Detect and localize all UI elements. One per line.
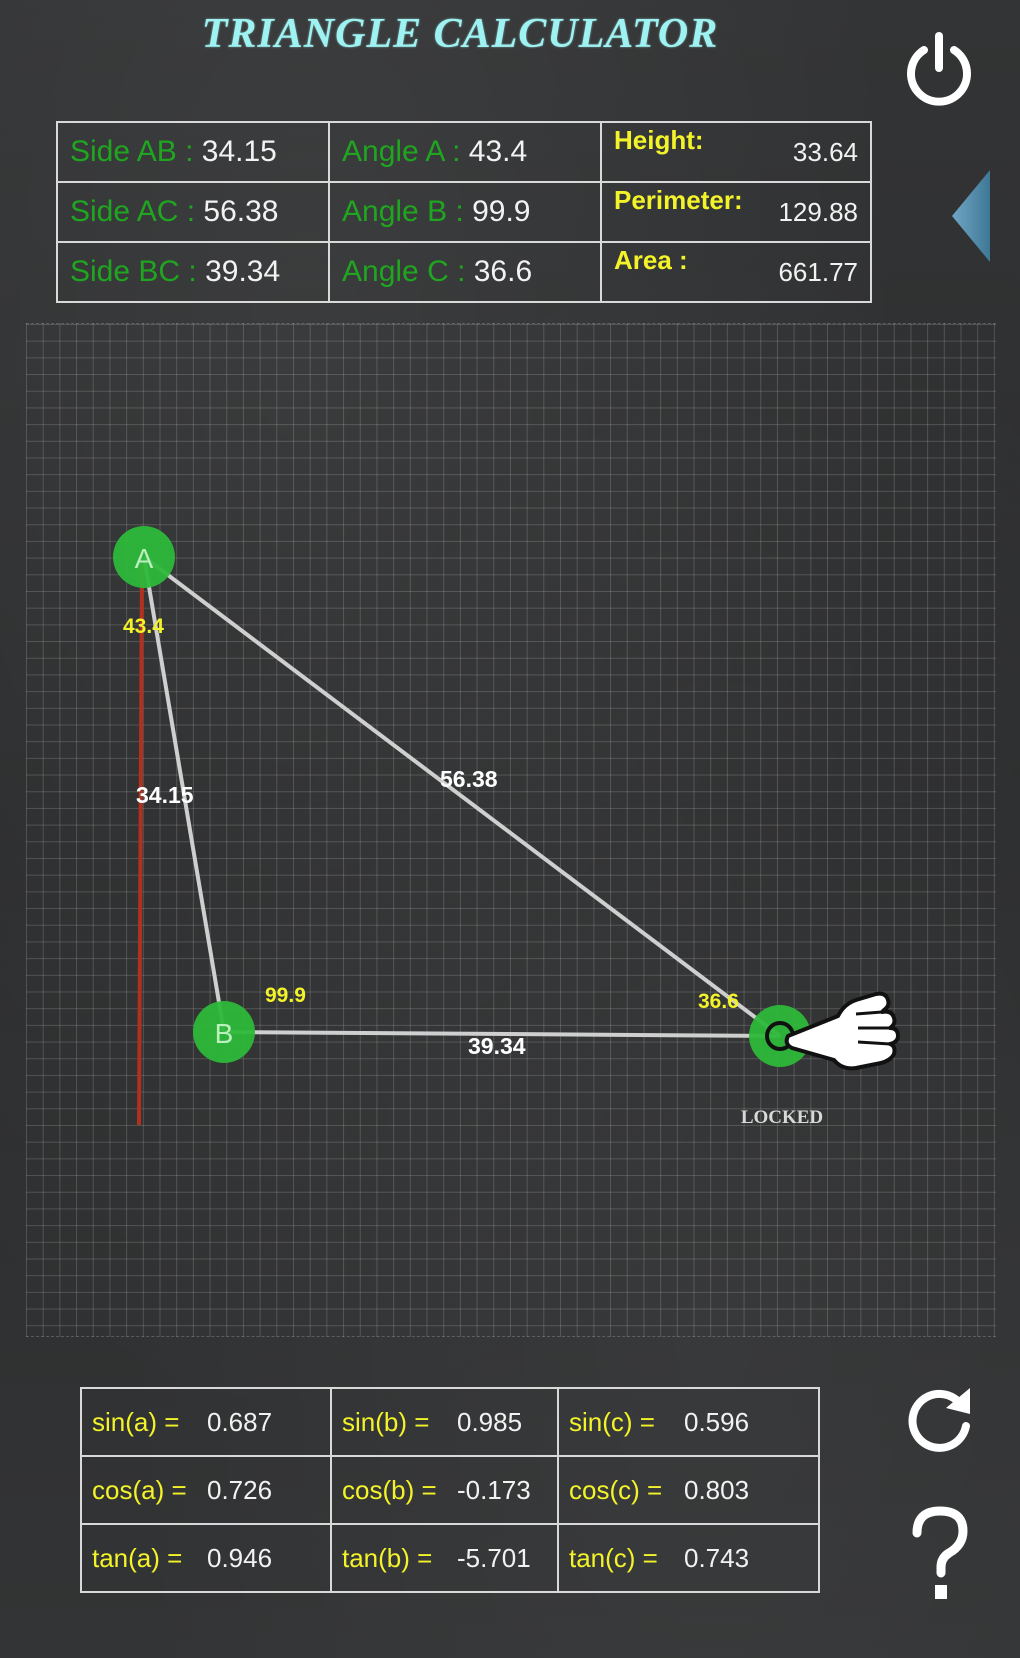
sin-b-cell: sin(b) = 0.985 bbox=[330, 1387, 559, 1457]
angle-c-label: Angle C : bbox=[342, 255, 466, 288]
tan-c-cell: tan(c) = 0.743 bbox=[557, 1523, 820, 1593]
tan-c-label: tan(c) = bbox=[569, 1542, 658, 1573]
cos-a-cell: cos(a) = 0.726 bbox=[80, 1455, 332, 1525]
area-cell: Area : 661.77 bbox=[600, 241, 872, 303]
vertex-a-label: A bbox=[135, 543, 154, 574]
height-value: 33.64 bbox=[792, 137, 858, 167]
table-row: Side BC : 39.34 Angle C : 36.6 Area : 66… bbox=[56, 241, 872, 303]
vertex-a[interactable]: A bbox=[113, 526, 175, 588]
side-ab-cell: Side AB : 34.15 bbox=[56, 121, 330, 183]
angle-a-label: Angle A : bbox=[342, 135, 461, 168]
side-ac-cell: Side AC : 56.38 bbox=[56, 181, 330, 243]
perimeter-cell: Perimeter: 129.88 bbox=[600, 181, 872, 243]
side-ab-value: 34.15 bbox=[201, 135, 277, 168]
side-bc-value: 39.34 bbox=[205, 255, 281, 288]
question-mark-icon[interactable] bbox=[905, 1505, 975, 1605]
side-ac-value: 56.38 bbox=[203, 195, 279, 228]
height-cell: Height: 33.64 bbox=[600, 121, 872, 183]
sin-c-value: 0.596 bbox=[684, 1406, 750, 1437]
tan-a-value: 0.946 bbox=[207, 1542, 273, 1573]
sin-b-label: sin(b) = bbox=[342, 1406, 430, 1437]
side-bc-label: Side BC : bbox=[70, 255, 197, 288]
angle-c-value: 36.6 bbox=[473, 255, 533, 288]
cos-b-label: cos(b) = bbox=[342, 1474, 437, 1505]
vertex-c[interactable] bbox=[749, 1005, 811, 1067]
perimeter-label: Perimeter: bbox=[614, 185, 743, 215]
sin-a-cell: sin(a) = 0.687 bbox=[80, 1387, 332, 1457]
drawing-grid[interactable] bbox=[26, 323, 996, 1337]
trig-table: sin(a) = 0.687 sin(b) = 0.985 sin(c) = 0.59… bbox=[80, 1387, 820, 1593]
cos-c-value: 0.803 bbox=[684, 1474, 750, 1505]
tan-a-label: tan(a) = bbox=[92, 1542, 183, 1573]
angle-a-cell: Angle A : 43.4 bbox=[328, 121, 602, 183]
area-value: 661.77 bbox=[778, 257, 858, 287]
refresh-icon[interactable] bbox=[898, 1378, 980, 1460]
angle-c-cell: Angle C : 36.6 bbox=[328, 241, 602, 303]
angle-b-cell: Angle B : 99.9 bbox=[328, 181, 602, 243]
triangle-left-icon[interactable] bbox=[950, 168, 992, 264]
angle-b-value: 99.9 bbox=[472, 195, 531, 228]
angle-b-label: Angle B : bbox=[342, 195, 464, 228]
sin-b-value: 0.985 bbox=[457, 1406, 523, 1437]
cos-c-cell: cos(c) = 0.803 bbox=[557, 1455, 820, 1525]
measurements-table: Side AB : 34.15 Angle A : 43.4 Height: 3… bbox=[56, 121, 872, 303]
side-bc-cell: Side BC : 39.34 bbox=[56, 241, 330, 303]
cos-a-label: cos(a) = bbox=[92, 1474, 187, 1505]
side-ac-label: Side AC : bbox=[70, 195, 196, 228]
perimeter-value: 129.88 bbox=[778, 197, 858, 227]
cos-b-value: -0.173 bbox=[457, 1474, 531, 1505]
cos-a-value: 0.726 bbox=[207, 1474, 273, 1505]
table-row: Side AC : 56.38 Angle B : 99.9 Perimeter… bbox=[56, 181, 872, 243]
table-row: cos(a) = 0.726 cos(b) = -0.173 cos(c) = 0.8… bbox=[80, 1455, 820, 1525]
sin-a-value: 0.687 bbox=[207, 1406, 273, 1437]
tan-b-label: tan(b) = bbox=[342, 1542, 433, 1573]
power-icon[interactable] bbox=[898, 28, 980, 110]
sin-a-label: sin(a) = bbox=[92, 1406, 180, 1437]
tan-c-value: 0.743 bbox=[684, 1542, 750, 1573]
tan-a-cell: tan(a) = 0.946 bbox=[80, 1523, 332, 1593]
cos-c-label: cos(c) = bbox=[569, 1474, 663, 1505]
height-label: Height: bbox=[614, 125, 704, 155]
vertex-b-label: B bbox=[215, 1018, 234, 1049]
app-title: TRIANGLE CALCULATOR bbox=[201, 11, 719, 57]
sin-c-label: sin(c) = bbox=[569, 1406, 655, 1437]
tan-b-value: -5.701 bbox=[457, 1542, 531, 1573]
table-row: Side AB : 34.15 Angle A : 43.4 Height: 3… bbox=[56, 121, 872, 183]
area-label: Area : bbox=[614, 245, 688, 275]
tan-b-cell: tan(b) = -5.701 bbox=[330, 1523, 559, 1593]
table-row: sin(a) = 0.687 sin(b) = 0.985 sin(c) = 0.59… bbox=[80, 1387, 820, 1457]
sin-c-cell: sin(c) = 0.596 bbox=[557, 1387, 820, 1457]
table-row: tan(a) = 0.946 tan(b) = -5.701 tan(c) = 0.7… bbox=[80, 1523, 820, 1593]
angle-a-value: 43.4 bbox=[468, 135, 528, 168]
side-ab-label: Side AB : bbox=[70, 135, 194, 168]
vertex-b[interactable]: B bbox=[193, 1001, 255, 1063]
cos-b-cell: cos(b) = -0.173 bbox=[330, 1455, 559, 1525]
